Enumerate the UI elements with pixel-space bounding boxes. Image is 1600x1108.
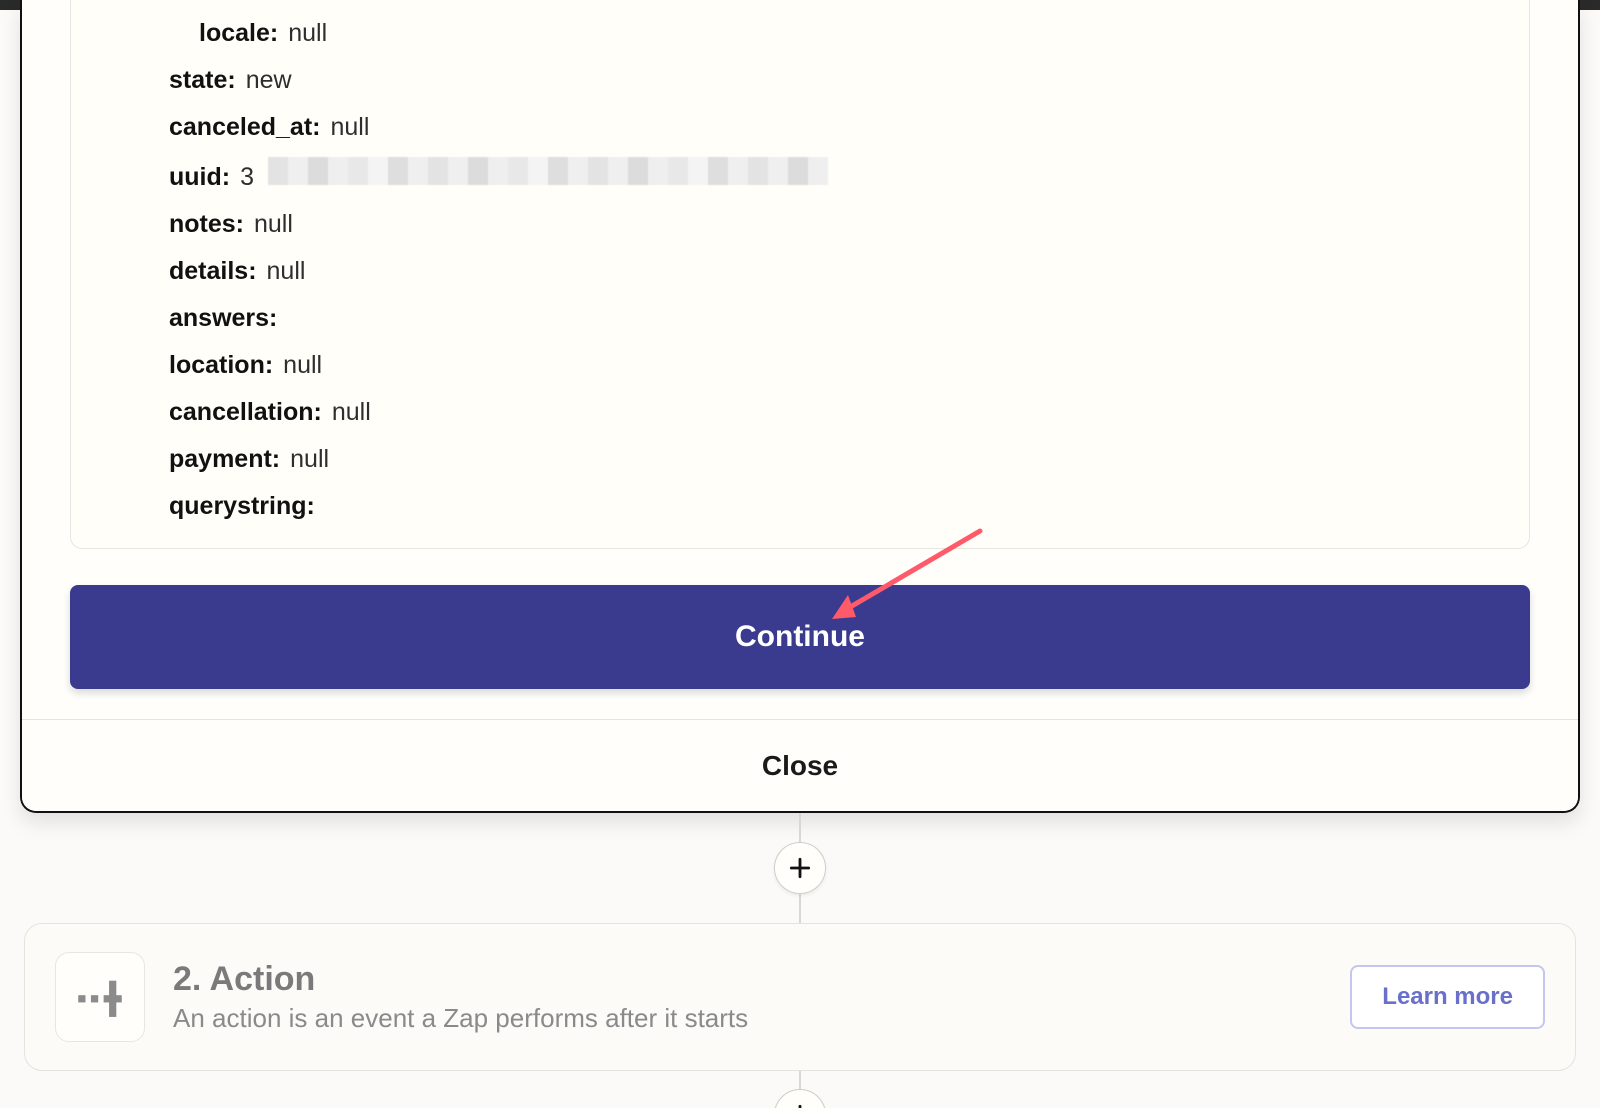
data-field-row: canceled_at: null xyxy=(79,104,1521,151)
continue-button-wrap: Continue xyxy=(70,585,1530,689)
data-field-value: null xyxy=(290,442,329,477)
add-step-button[interactable] xyxy=(774,1089,826,1108)
data-field-row: cancellation: null xyxy=(79,389,1521,436)
data-field-value: null xyxy=(254,207,293,242)
data-field-value: null xyxy=(288,16,327,51)
action-step-description: An action is an event a Zap performs aft… xyxy=(173,1003,1322,1034)
close-bar: Close xyxy=(22,719,1578,811)
trigger-step-card: locale:nullstate:newcanceled_at:nulluuid… xyxy=(20,0,1580,813)
data-field-row: details: null xyxy=(79,248,1521,295)
data-field-key: answers: xyxy=(79,301,277,336)
data-field-key: payment: xyxy=(79,442,280,477)
data-field-key: uuid: xyxy=(79,160,230,195)
data-field-key: notes: xyxy=(79,207,244,242)
learn-more-button[interactable]: Learn more xyxy=(1350,965,1545,1029)
action-step-title: 2. Action xyxy=(173,960,1322,999)
data-field-row: state: new xyxy=(79,57,1521,104)
data-field-key: locale: xyxy=(79,16,278,51)
redacted-value-icon xyxy=(268,157,828,185)
data-field-value: null xyxy=(267,254,306,289)
action-placeholder-icon xyxy=(71,968,129,1026)
add-step-button[interactable] xyxy=(774,842,826,894)
plus-icon xyxy=(787,855,813,881)
sample-data-panel: locale:nullstate:newcanceled_at:nulluuid… xyxy=(70,0,1530,549)
data-field-key: querystring: xyxy=(79,489,315,524)
data-field-key: cancellation: xyxy=(79,395,322,430)
data-field-row: uuid: 3 xyxy=(79,151,1521,201)
action-step-text: 2. Action An action is an event a Zap pe… xyxy=(173,960,1322,1034)
data-field-key: location: xyxy=(79,348,273,383)
data-field-value: null xyxy=(330,110,369,145)
sample-data-rows: locale:nullstate:newcanceled_at:nulluuid… xyxy=(71,0,1529,536)
data-field-key: state: xyxy=(79,63,236,98)
data-field-row: querystring: xyxy=(79,483,1521,530)
close-button[interactable]: Close xyxy=(762,750,838,782)
data-field-key: canceled_at: xyxy=(79,110,320,145)
data-field-key: details: xyxy=(79,254,257,289)
data-field-value: new xyxy=(246,63,292,98)
data-field-row: location: null xyxy=(79,342,1521,389)
data-field-value: 3 xyxy=(240,160,254,195)
action-step-card[interactable]: 2. Action An action is an event a Zap pe… xyxy=(24,923,1576,1071)
editor-canvas: locale:nullstate:newcanceled_at:nulluuid… xyxy=(0,10,1600,1108)
data-field-value: null xyxy=(283,348,322,383)
data-field-row: notes: null xyxy=(79,201,1521,248)
data-field-row: locale: null xyxy=(79,10,1521,57)
continue-button[interactable]: Continue xyxy=(70,585,1530,689)
data-field-row: answers: xyxy=(79,295,1521,342)
data-field-value: null xyxy=(332,395,371,430)
plus-icon xyxy=(787,1102,813,1108)
data-field-row: payment: null xyxy=(79,436,1521,483)
action-placeholder-icon-box xyxy=(55,952,145,1042)
